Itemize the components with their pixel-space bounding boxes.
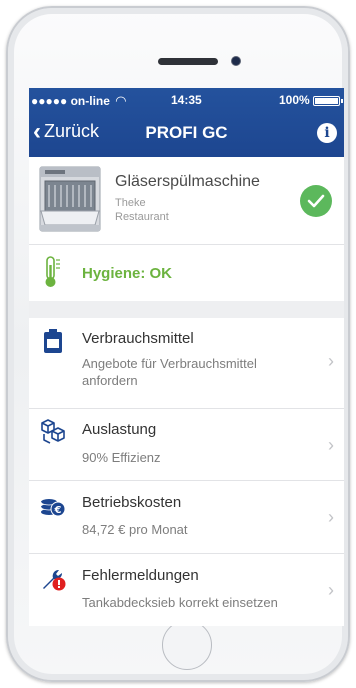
page-title: PROFI GC bbox=[145, 123, 228, 142]
chevron-right-icon: › bbox=[328, 580, 334, 600]
chevron-right-icon: › bbox=[328, 435, 334, 455]
status-ok-badge bbox=[300, 185, 332, 217]
device-area: Restaurant bbox=[115, 211, 169, 223]
checkmark-icon bbox=[307, 194, 325, 208]
canister-icon bbox=[44, 329, 62, 353]
item-title: Fehlermeldungen bbox=[82, 567, 199, 584]
top-bar: ●●●●● on-line ◠ 14:35 100% ‹ Zurück PROFI… bbox=[29, 88, 344, 157]
battery-status: 100% bbox=[279, 93, 343, 107]
list-item-fehlermeldungen[interactable]: Fehlermeldungen Tankabdecksieb korrekt e… bbox=[29, 554, 344, 626]
info-icon[interactable]: i bbox=[317, 123, 337, 143]
chevron-right-icon: › bbox=[328, 507, 334, 527]
item-description: Angebote für Verbrauchsmittel anfordern bbox=[82, 356, 257, 388]
device-location: Theke bbox=[115, 197, 146, 209]
list-item-verbrauchsmittel[interactable]: Verbrauchsmittel Angebote für Verbrauchs… bbox=[29, 318, 344, 409]
item-description: Tankabdecksieb korrekt einsetzen bbox=[82, 595, 278, 610]
clock: 14:35 bbox=[171, 93, 202, 107]
app-screen: ●●●●● on-line ◠ 14:35 100% ‹ Zurück PROFI… bbox=[29, 88, 344, 626]
detail-list: Verbrauchsmittel Angebote für Verbrauchs… bbox=[29, 318, 344, 626]
chevron-right-icon: › bbox=[328, 351, 334, 371]
front-camera bbox=[232, 57, 240, 65]
section-divider bbox=[29, 301, 344, 318]
list-item-auslastung[interactable]: Auslastung 90% Effizienz › bbox=[29, 409, 344, 481]
speaker-grille bbox=[158, 58, 218, 65]
thermometer-icon bbox=[45, 256, 60, 287]
coins-icon: € bbox=[40, 499, 66, 517]
item-title: Auslastung bbox=[82, 421, 157, 438]
item-title: Betriebskosten bbox=[82, 494, 182, 511]
device-card[interactable]: Gläserspülmaschine Theke Restaurant bbox=[29, 157, 344, 245]
item-title: Verbrauchsmittel bbox=[82, 330, 194, 347]
svg-text:€: € bbox=[54, 505, 62, 516]
wifi-icon: ◠ bbox=[115, 93, 126, 108]
hygiene-status: Hygiene: OK bbox=[82, 265, 173, 282]
navigation-bar: ‹ Zurück PROFI GC i bbox=[29, 110, 344, 157]
device-name: Gläserspülmaschine bbox=[115, 173, 260, 190]
boxes-icon bbox=[41, 419, 65, 444]
status-bar: ●●●●● on-line ◠ 14:35 100% bbox=[29, 88, 344, 110]
list-item-betriebskosten[interactable]: € Betriebskosten 84,72 € pro Monat › bbox=[29, 481, 344, 554]
battery-icon bbox=[312, 96, 343, 106]
hygiene-row: Hygiene: OK bbox=[29, 245, 344, 301]
home-button[interactable] bbox=[162, 620, 212, 670]
carrier-status: ●●●●● on-line ◠ bbox=[31, 93, 126, 108]
wrench-alert-icon bbox=[43, 569, 66, 591]
item-description: 84,72 € pro Monat bbox=[82, 522, 188, 537]
item-description: 90% Effizienz bbox=[82, 450, 161, 465]
phone-frame: ●●●●● on-line ◠ 14:35 100% ‹ Zurück PROFI… bbox=[6, 6, 350, 682]
dishwasher-icon bbox=[39, 166, 101, 232]
